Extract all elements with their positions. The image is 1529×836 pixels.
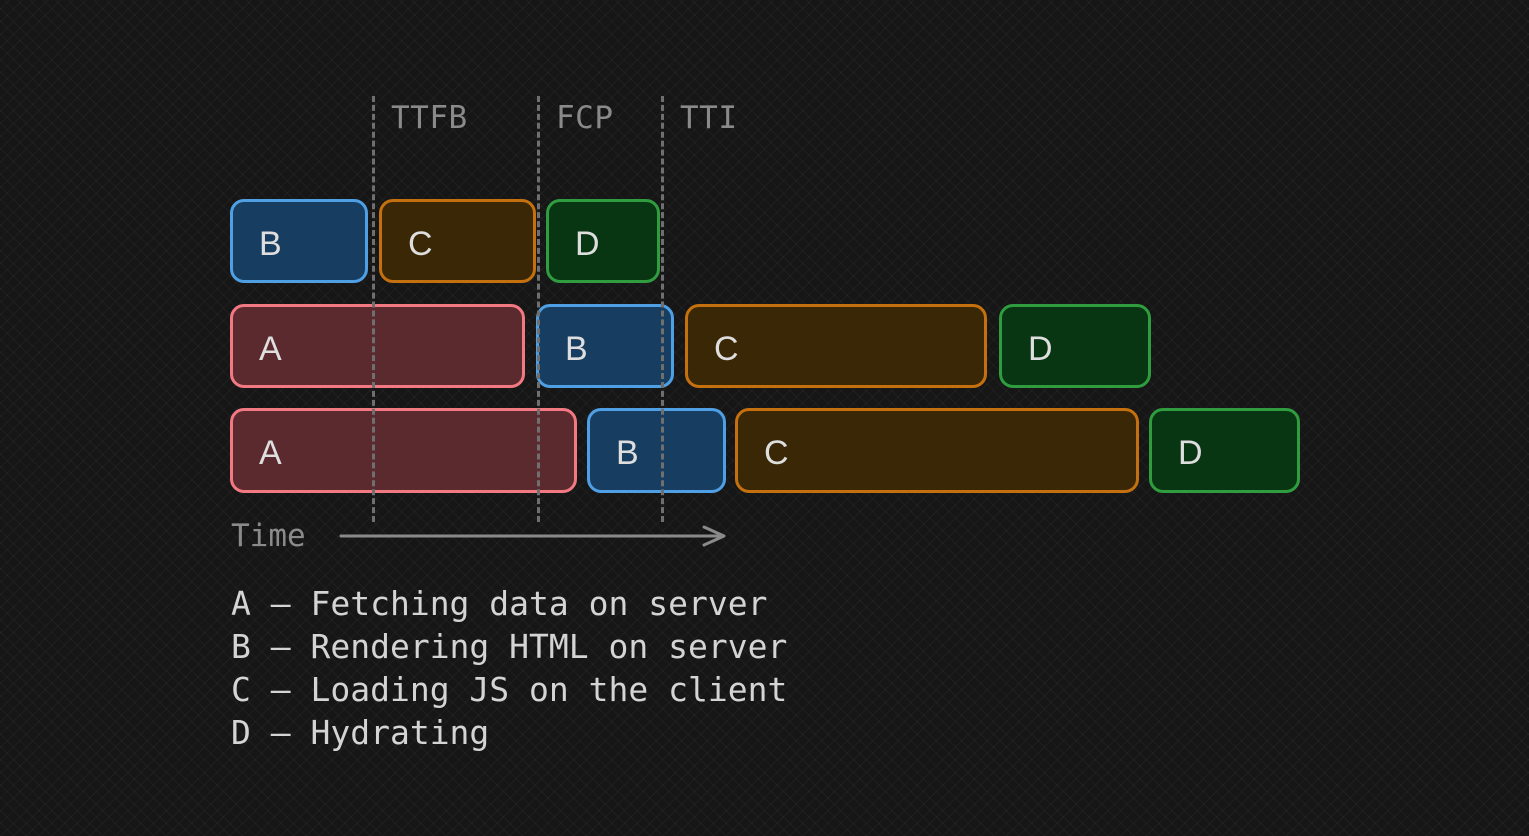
- row-2-block-c: C: [685, 304, 987, 388]
- block-label: D: [1028, 329, 1053, 368]
- time-arrow-icon: [339, 525, 726, 547]
- legend-text: Fetching data on server: [310, 584, 768, 623]
- row-3-block-b: B: [587, 408, 726, 493]
- time-axis-label: Time: [231, 518, 306, 554]
- legend-key: D: [231, 713, 251, 752]
- block-label: C: [408, 224, 433, 263]
- legend: A – Fetching data on server B – Renderin…: [231, 582, 787, 754]
- fcp-marker-label: FCP: [556, 100, 614, 136]
- legend-item-d: D – Hydrating: [231, 711, 787, 754]
- block-label: C: [714, 329, 739, 368]
- block-label: B: [616, 434, 639, 472]
- block-label: A: [259, 329, 282, 368]
- legend-text: Hydrating: [310, 713, 490, 752]
- row-3-block-a: A: [230, 408, 577, 493]
- row-1-block-d: D: [546, 199, 660, 283]
- ttfb-marker-label: TTFB: [391, 100, 468, 136]
- legend-item-b: B – Rendering HTML on server: [231, 625, 787, 668]
- legend-item-c: C – Loading JS on the client: [231, 668, 787, 711]
- legend-item-a: A – Fetching data on server: [231, 582, 787, 625]
- row-3-block-c: C: [735, 408, 1139, 493]
- block-label: D: [1178, 434, 1203, 472]
- row-1-block-c: C: [379, 199, 536, 283]
- legend-separator: –: [250, 584, 311, 623]
- legend-key: C: [231, 670, 251, 709]
- legend-separator: –: [250, 713, 311, 752]
- legend-text: Rendering HTML on server: [310, 627, 788, 666]
- block-label: D: [575, 224, 600, 263]
- row-2-block-b: B: [536, 304, 674, 388]
- block-label: B: [259, 224, 282, 263]
- ttfb-marker-line: [372, 96, 375, 522]
- tti-marker-line: [661, 96, 664, 522]
- block-label: B: [565, 329, 588, 368]
- legend-key: B: [231, 627, 251, 666]
- fcp-marker-line: [537, 96, 540, 522]
- tti-marker-label: TTI: [680, 100, 738, 136]
- legend-key: A: [231, 584, 251, 623]
- row-1-block-b: B: [230, 199, 368, 283]
- row-3-block-d: D: [1149, 408, 1300, 493]
- legend-separator: –: [250, 670, 311, 709]
- block-label: A: [259, 434, 282, 472]
- legend-text: Loading JS on the client: [310, 670, 788, 709]
- row-2-block-d: D: [999, 304, 1151, 388]
- timeline-diagram: B C D A B C D A B C D TTFB FCP TTI Time: [0, 0, 1529, 836]
- block-label: C: [764, 434, 789, 472]
- legend-separator: –: [250, 627, 311, 666]
- row-2-block-a: A: [230, 304, 525, 388]
